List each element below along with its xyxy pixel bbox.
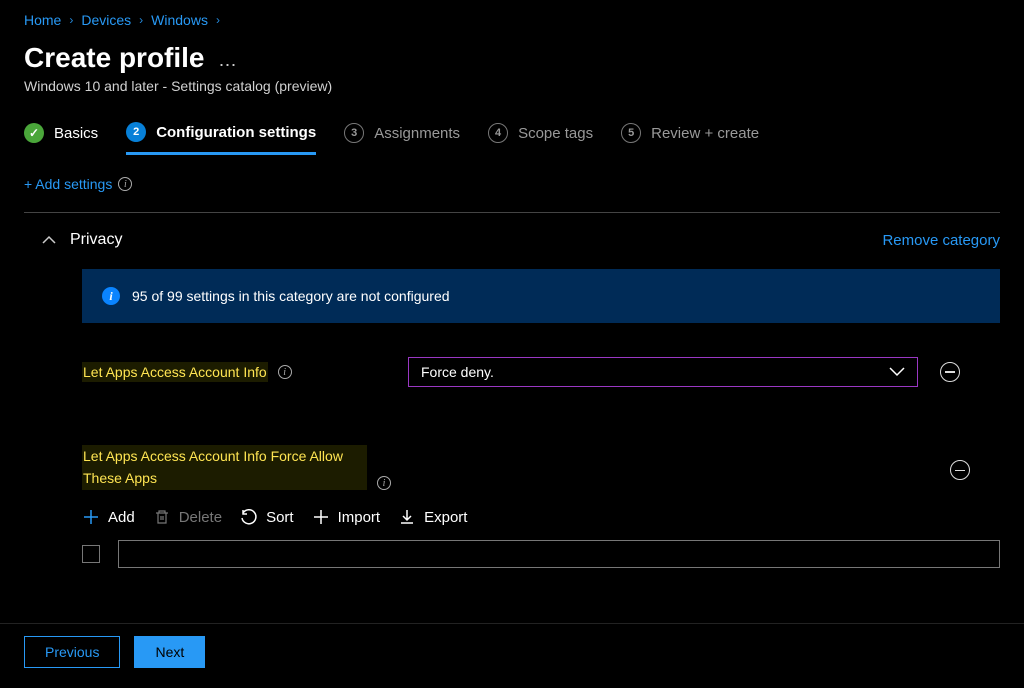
- step-number-icon: 5: [621, 123, 641, 143]
- sort-icon: [240, 508, 258, 526]
- export-button[interactable]: Export: [398, 508, 467, 526]
- trash-icon: [153, 508, 171, 526]
- step-scope-tags[interactable]: 4 Scope tags: [488, 123, 593, 153]
- previous-button[interactable]: Previous: [24, 636, 120, 668]
- divider: [24, 212, 1000, 213]
- step-label: Basics: [54, 125, 98, 142]
- setting-label: Let Apps Access Account Info Force Allow…: [82, 445, 367, 490]
- add-settings-link[interactable]: + Add settings i: [24, 176, 1000, 192]
- toolbar-label: Add: [108, 509, 135, 526]
- toolbar-label: Delete: [179, 509, 222, 526]
- check-icon: [24, 123, 44, 143]
- step-number-icon: 3: [344, 123, 364, 143]
- chevron-right-icon: ›: [216, 13, 220, 27]
- step-label: Assignments: [374, 125, 460, 142]
- dropdown-value: Force deny.: [421, 364, 494, 380]
- info-icon[interactable]: i: [118, 177, 132, 191]
- list-toolbar: Add Delete Sort Import Export: [82, 508, 1000, 526]
- step-number-icon: 2: [126, 122, 146, 142]
- remove-category-link[interactable]: Remove category: [882, 232, 1000, 249]
- info-text: 95 of 99 settings in this category are n…: [132, 288, 450, 304]
- step-review-create[interactable]: 5 Review + create: [621, 123, 759, 153]
- plus-icon: [82, 508, 100, 526]
- step-label: Review + create: [651, 125, 759, 142]
- add-settings-label: + Add settings: [24, 176, 112, 192]
- step-number-icon: 4: [488, 123, 508, 143]
- remove-setting-button[interactable]: [940, 362, 960, 382]
- breadcrumb-devices[interactable]: Devices: [81, 12, 131, 28]
- remove-setting-button[interactable]: [950, 460, 970, 480]
- row-checkbox[interactable]: [82, 545, 100, 563]
- category-toggle[interactable]: Privacy: [42, 231, 122, 249]
- import-button[interactable]: Import: [312, 508, 381, 526]
- step-basics[interactable]: Basics: [24, 123, 98, 153]
- chevron-down-icon: [889, 364, 905, 380]
- chevron-right-icon: ›: [69, 13, 73, 27]
- step-label: Scope tags: [518, 125, 593, 142]
- breadcrumb-windows[interactable]: Windows: [151, 12, 208, 28]
- toolbar-label: Import: [338, 509, 381, 526]
- sort-button[interactable]: Sort: [240, 508, 294, 526]
- step-label: Configuration settings: [156, 124, 316, 141]
- page-subtitle: Windows 10 and later - Settings catalog …: [24, 78, 1000, 94]
- chevron-right-icon: ›: [139, 13, 143, 27]
- add-button[interactable]: Add: [82, 508, 135, 526]
- info-banner: i 95 of 99 settings in this category are…: [82, 269, 1000, 323]
- wizard-steps: Basics 2 Configuration settings 3 Assign…: [24, 122, 1000, 154]
- breadcrumb: Home › Devices › Windows ›: [24, 12, 1000, 28]
- delete-button[interactable]: Delete: [153, 508, 222, 526]
- next-button[interactable]: Next: [134, 636, 205, 668]
- plus-icon: [312, 508, 330, 526]
- download-icon: [398, 508, 416, 526]
- row-text-input[interactable]: [118, 540, 1000, 568]
- setting-dropdown[interactable]: Force deny.: [408, 357, 918, 387]
- page-title: Create profile: [24, 42, 205, 74]
- more-actions-button[interactable]: ⋯: [219, 55, 239, 76]
- wizard-footer: Previous Next: [0, 623, 1024, 678]
- chevron-up-icon: [42, 232, 56, 248]
- category-title: Privacy: [70, 231, 122, 249]
- info-icon: i: [102, 287, 120, 305]
- info-icon[interactable]: i: [377, 476, 391, 490]
- info-icon[interactable]: i: [278, 365, 292, 379]
- toolbar-label: Sort: [266, 509, 294, 526]
- setting-label: Let Apps Access Account Info: [82, 362, 268, 382]
- breadcrumb-home[interactable]: Home: [24, 12, 61, 28]
- toolbar-label: Export: [424, 509, 467, 526]
- step-assignments[interactable]: 3 Assignments: [344, 123, 460, 153]
- step-configuration-settings[interactable]: 2 Configuration settings: [126, 122, 316, 155]
